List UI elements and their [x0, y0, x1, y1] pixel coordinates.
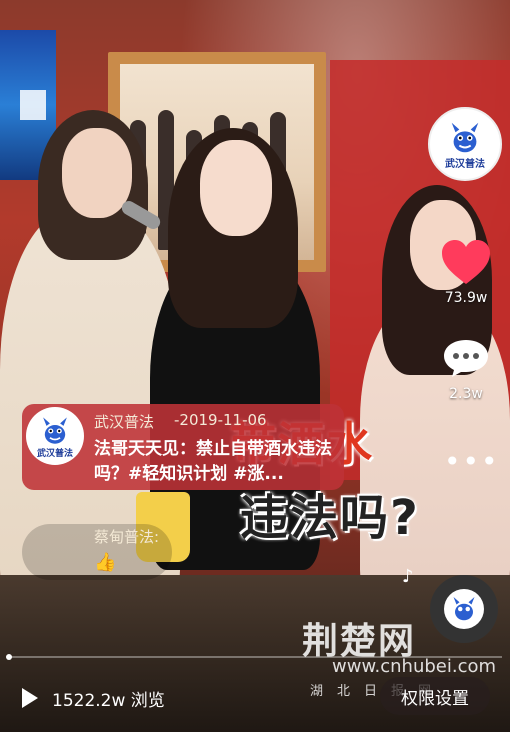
channel-avatar-label: 武汉普法: [445, 158, 485, 170]
dragon-mascot-icon: [451, 122, 479, 152]
like-count: 73.9w: [444, 290, 488, 306]
video-progress-bar[interactable]: [6, 654, 502, 660]
post-text[interactable]: 法哥天天见：禁止自带酒水违法吗？#轻知识计划 #涨...: [94, 437, 340, 487]
like-button[interactable]: 73.9w: [436, 238, 496, 306]
comment-bubble-icon: [444, 340, 488, 377]
dragon-mascot-icon: [453, 597, 475, 621]
watermark-url: www.cnhubei.com: [332, 656, 497, 677]
post-author-name[interactable]: 武汉普法: [94, 411, 154, 432]
post-date: -2019-11-06: [174, 411, 267, 429]
view-count: 1522.2w 浏览: [52, 691, 165, 711]
post-author-avatar[interactable]: 武汉普法: [26, 407, 84, 465]
comment-button[interactable]: 2.3w: [436, 338, 496, 402]
progress-knob[interactable]: [6, 654, 12, 660]
more-options-icon[interactable]: •••: [444, 448, 500, 476]
comment-count: 2.3w: [449, 386, 483, 402]
heart-icon: [442, 240, 490, 284]
music-disc[interactable]: [430, 575, 498, 643]
comment-author: 蔡甸普法:: [94, 528, 160, 546]
thumbs-up-emoji: 👍: [94, 552, 117, 573]
music-note-icon: ♪: [402, 566, 414, 587]
play-icon[interactable]: [22, 688, 38, 708]
person-center-face: [200, 140, 272, 236]
dragon-mascot-icon: [43, 416, 67, 444]
permission-settings-button[interactable]: 权限设置: [380, 677, 490, 715]
post-avatar-label: 武汉普法: [36, 448, 73, 459]
channel-avatar[interactable]: 武汉普法: [428, 107, 502, 181]
